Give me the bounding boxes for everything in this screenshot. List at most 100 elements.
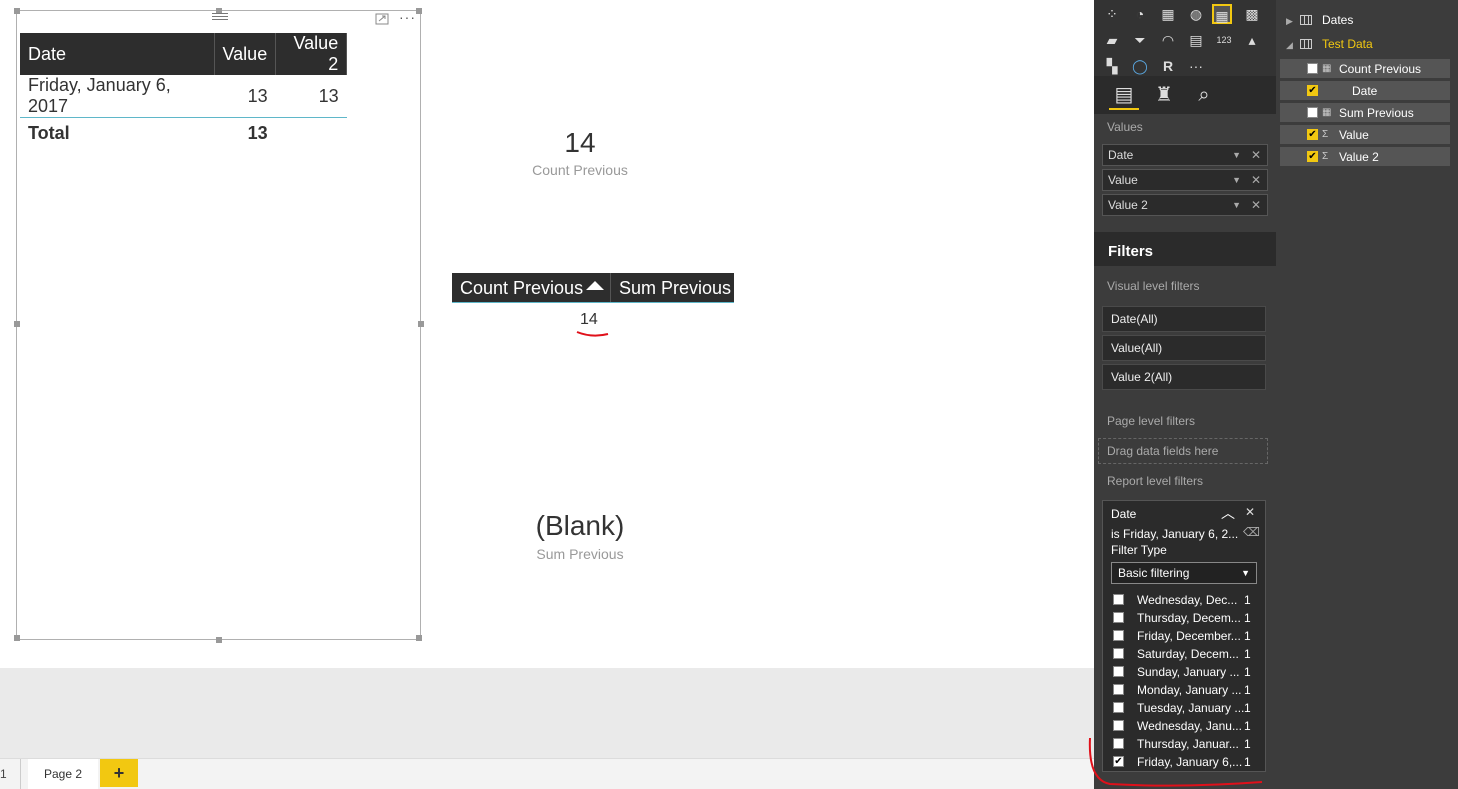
well-value[interactable]: Value ▼ ✕ [1102, 169, 1268, 191]
remove-field-icon[interactable]: ✕ [1251, 145, 1261, 165]
field-item[interactable]: ✔ Σ Value [1280, 125, 1450, 145]
col-header-date[interactable]: Date [20, 33, 215, 75]
focus-mode-icon[interactable] [375, 13, 389, 25]
filter-checkbox[interactable] [1113, 612, 1124, 623]
filter-checkbox[interactable] [1113, 684, 1124, 695]
filter-value-item[interactable]: Saturday, Decem... 1 [1111, 645, 1261, 663]
filter-value-label: Wednesday, Dec... [1137, 593, 1238, 607]
well-date[interactable]: Date ▼ ✕ [1102, 144, 1268, 166]
field-item[interactable]: ▦ Count Previous [1280, 59, 1450, 79]
pie-chart-icon[interactable]: ◔ [1130, 4, 1150, 24]
format-paint-roller-icon[interactable]: ♜ [1149, 80, 1179, 110]
fields-tab-icon[interactable]: ▤ [1109, 80, 1139, 110]
matrix-icon[interactable]: ▩ [1242, 4, 1262, 24]
cell-value: 13 [214, 75, 276, 118]
field-checkbox[interactable] [1307, 107, 1318, 118]
multi-row-card-icon[interactable]: ▤ [1186, 30, 1206, 50]
add-page-button[interactable]: + [100, 759, 138, 787]
filter-checkbox[interactable] [1113, 630, 1124, 641]
matrix-col-sum-previous[interactable]: Sum Previous [611, 273, 734, 302]
collapse-chevron-icon[interactable]: ︿ [1221, 503, 1235, 523]
filter-value-item[interactable]: Wednesday, Janu... 1 [1111, 717, 1261, 735]
resize-handle-br[interactable] [416, 635, 422, 641]
expand-arrow-icon[interactable]: ▶ [1286, 16, 1300, 27]
filter-value-item[interactable]: ✔ Friday, January 6,... 1 [1111, 753, 1261, 771]
resize-handle-tr[interactable] [416, 8, 422, 14]
field-checkbox[interactable]: ✔ [1307, 85, 1318, 96]
filter-value-item[interactable]: Thursday, Januar... 1 [1111, 735, 1261, 753]
field-item[interactable]: ✔ Date [1280, 81, 1450, 101]
matrix-col-count-previous[interactable]: Count Previous [452, 273, 611, 302]
col-header-value2[interactable]: Value 2 [275, 33, 348, 75]
analytics-magnifier-icon[interactable]: ⌕ [1189, 80, 1219, 110]
chevron-down-icon[interactable]: ▼ [1232, 145, 1241, 165]
filter-value-label: Saturday, Decem... [1137, 647, 1239, 661]
filter-checkbox[interactable]: ✔ [1113, 756, 1124, 767]
treemap-icon[interactable]: ▦ [1158, 4, 1178, 24]
filter-value-item[interactable]: Friday, December... 1 [1111, 627, 1261, 645]
filter-value-item[interactable]: Thursday, Decem... 1 [1111, 609, 1261, 627]
tab-divider [20, 759, 21, 789]
filter-checkbox[interactable] [1113, 702, 1124, 713]
remove-field-icon[interactable]: ✕ [1251, 195, 1261, 215]
chevron-down-icon[interactable]: ▼ [1232, 170, 1241, 190]
field-checkbox[interactable] [1307, 63, 1318, 74]
report-canvas[interactable]: ··· Date Value Value 2 Friday, January 6… [0, 0, 1088, 668]
filter-checkbox[interactable] [1113, 666, 1124, 677]
collapse-arrow-icon[interactable]: ◢ [1286, 40, 1300, 51]
funnel-icon[interactable]: ⏷ [1130, 30, 1150, 50]
card-icon[interactable]: 123 [1214, 30, 1234, 50]
sort-ascending-icon[interactable] [586, 281, 604, 290]
values-label: Values [1107, 120, 1143, 134]
tab-page-2[interactable]: Page 2 [28, 759, 98, 789]
map-icon[interactable]: ◍ [1186, 4, 1206, 24]
filter-checkbox[interactable] [1113, 594, 1124, 605]
slicer-icon[interactable]: ▚ [1102, 56, 1122, 76]
matrix-visual[interactable]: Count Previous Sum Previous 14 [452, 273, 734, 328]
filled-map-icon[interactable]: ▰ [1102, 30, 1122, 50]
scatter-chart-icon[interactable]: ⁘ [1102, 4, 1122, 24]
table-node-dates[interactable]: ▶ Dates [1286, 13, 1353, 27]
report-filter-date-card[interactable]: Date ︿ ✕ is Friday, January 6, 2... ⌫ Fi… [1102, 500, 1266, 772]
col-header-value[interactable]: Value [214, 33, 277, 75]
page-filter-dropzone[interactable]: Drag data fields here [1098, 438, 1268, 464]
filter-value-item[interactable]: Tuesday, January ... 1 [1111, 699, 1261, 717]
field-item[interactable]: ✔ Σ Value 2 [1280, 147, 1450, 167]
resize-handle-l[interactable] [14, 321, 20, 327]
resize-handle-tl[interactable] [14, 8, 20, 14]
calc-icon: ▦ [1322, 107, 1332, 118]
report-filter-condition: is Friday, January 6, 2... [1111, 527, 1239, 541]
more-options-icon[interactable]: ··· [399, 9, 416, 25]
resize-handle-bl[interactable] [14, 635, 20, 641]
table-icon[interactable]: ▦ [1212, 4, 1232, 24]
filter-type-select[interactable]: Basic filtering ▼ [1111, 562, 1257, 584]
resize-handle-b[interactable] [216, 637, 222, 643]
well-value2[interactable]: Value 2 ▼ ✕ [1102, 194, 1268, 216]
chevron-down-icon[interactable]: ▼ [1232, 195, 1241, 215]
gauge-icon[interactable]: ◠ [1158, 30, 1178, 50]
drag-grip-icon[interactable] [212, 11, 228, 21]
filter-value-item[interactable]: Monday, January ... 1 [1111, 681, 1261, 699]
field-item[interactable]: ▦ Sum Previous [1280, 103, 1450, 123]
table-node-test-data[interactable]: ◢ Test Data [1286, 37, 1373, 51]
remove-filter-icon[interactable]: ✕ [1245, 505, 1255, 519]
filter-checkbox[interactable] [1113, 738, 1124, 749]
table-visual[interactable]: ··· Date Value Value 2 Friday, January 6… [14, 8, 424, 643]
more-visuals-icon[interactable]: ··· [1186, 56, 1206, 76]
filter-value2-all[interactable]: Value 2(All) [1102, 364, 1266, 390]
filter-checkbox[interactable] [1113, 648, 1124, 659]
tab-page-1[interactable]: 1 [0, 767, 7, 781]
field-checkbox[interactable]: ✔ [1307, 129, 1318, 140]
remove-field-icon[interactable]: ✕ [1251, 170, 1261, 190]
field-checkbox[interactable]: ✔ [1307, 151, 1318, 162]
r-visual-icon[interactable]: R [1158, 56, 1178, 76]
resize-handle-r[interactable] [418, 321, 424, 327]
filter-value-item[interactable]: Sunday, January ... 1 [1111, 663, 1261, 681]
filter-date-all[interactable]: Date(All) [1102, 306, 1266, 332]
filter-checkbox[interactable] [1113, 720, 1124, 731]
donut-chart-icon[interactable]: ◯ [1130, 56, 1150, 76]
clear-filter-eraser-icon[interactable]: ⌫ [1243, 525, 1260, 539]
kpi-icon[interactable]: ▴ [1242, 30, 1262, 50]
filter-value-item[interactable]: Wednesday, Dec... 1 [1111, 591, 1261, 609]
filter-value-all[interactable]: Value(All) [1102, 335, 1266, 361]
